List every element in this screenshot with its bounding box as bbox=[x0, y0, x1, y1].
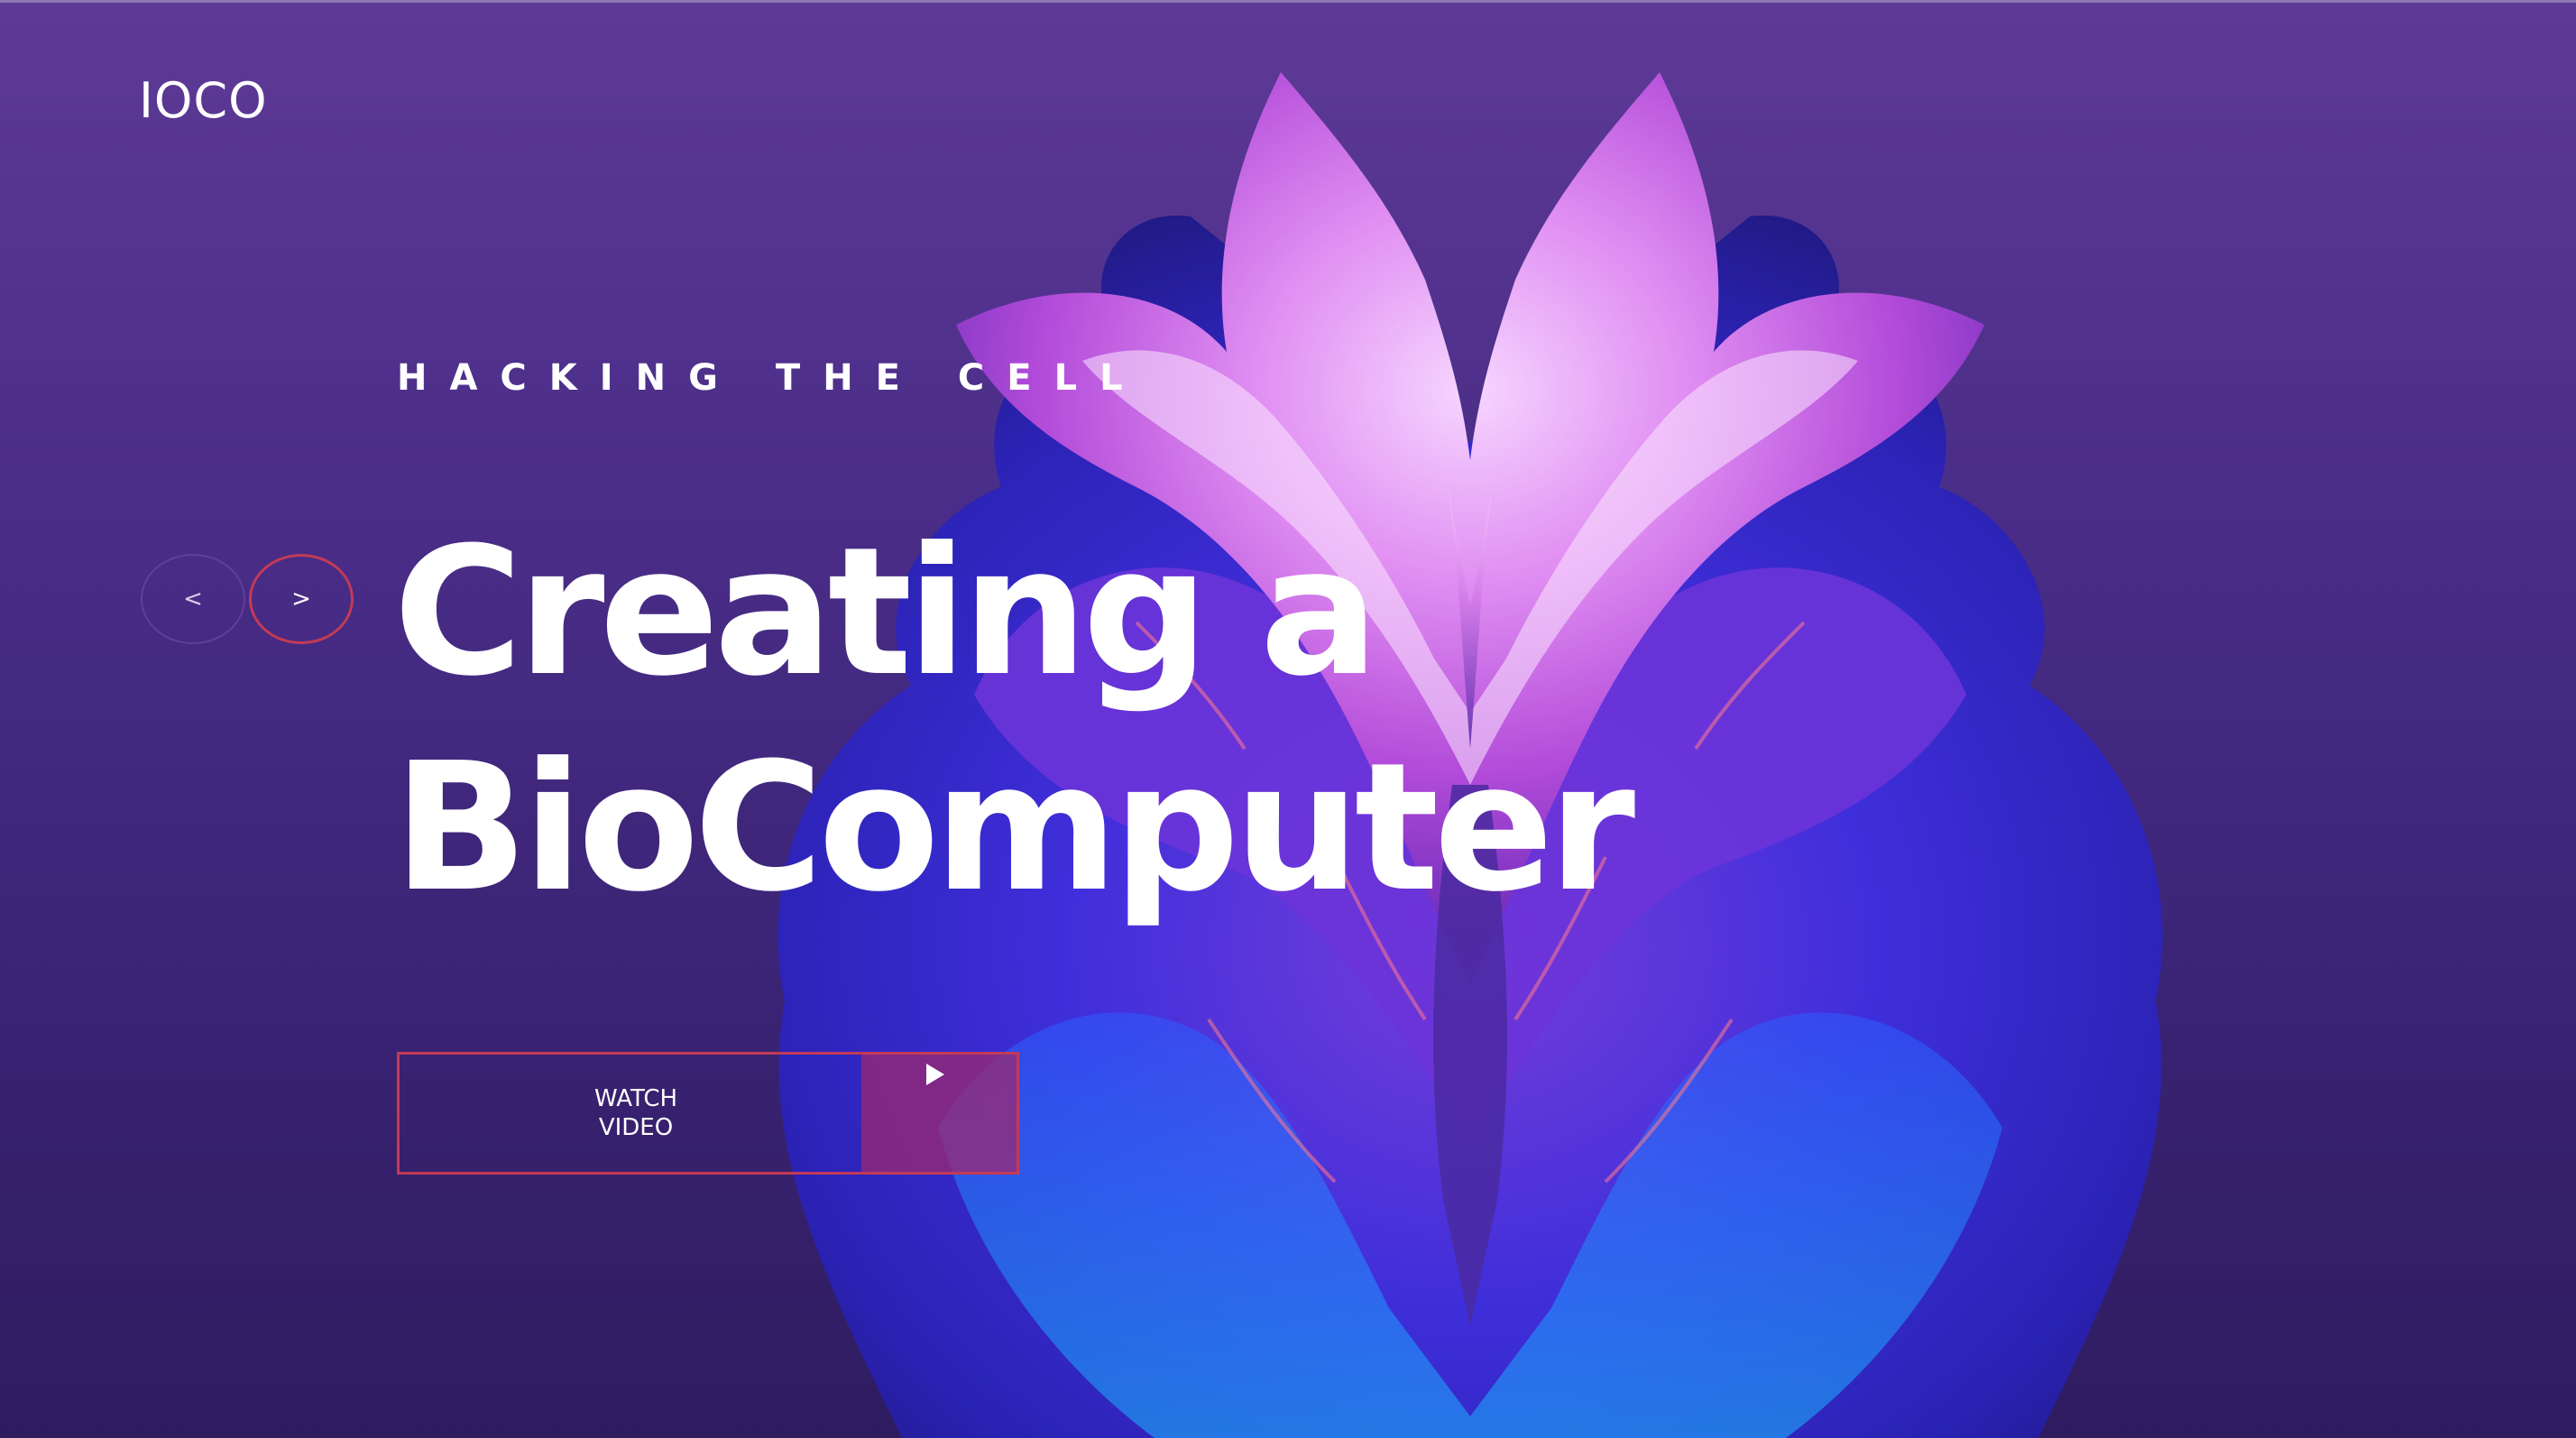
top-border bbox=[0, 0, 2576, 3]
chevron-right-icon: > bbox=[291, 585, 311, 613]
hero-headline-line2: BioComputer bbox=[393, 725, 1635, 932]
watch-video-label-line2: VIDEO bbox=[598, 1114, 674, 1141]
watch-video-play-area[interactable] bbox=[861, 1055, 1017, 1172]
play-icon bbox=[926, 1064, 944, 1085]
watch-video-label: WATCH VIDEO bbox=[400, 1055, 861, 1172]
hero-kicker: HACKING THE CELL bbox=[397, 357, 1145, 399]
brand-logo[interactable]: IOCO bbox=[139, 72, 268, 129]
slider-next-button[interactable]: > bbox=[249, 554, 354, 644]
watch-video-button[interactable]: WATCH VIDEO bbox=[397, 1052, 1019, 1175]
hero-headline-line1: Creating a bbox=[393, 510, 1379, 715]
hero-headline: Creating a BioComputer bbox=[393, 505, 1635, 936]
slider-prev-button[interactable]: < bbox=[141, 554, 245, 644]
watch-video-label-line1: WATCH bbox=[593, 1084, 678, 1112]
chevron-left-icon: < bbox=[183, 585, 203, 613]
